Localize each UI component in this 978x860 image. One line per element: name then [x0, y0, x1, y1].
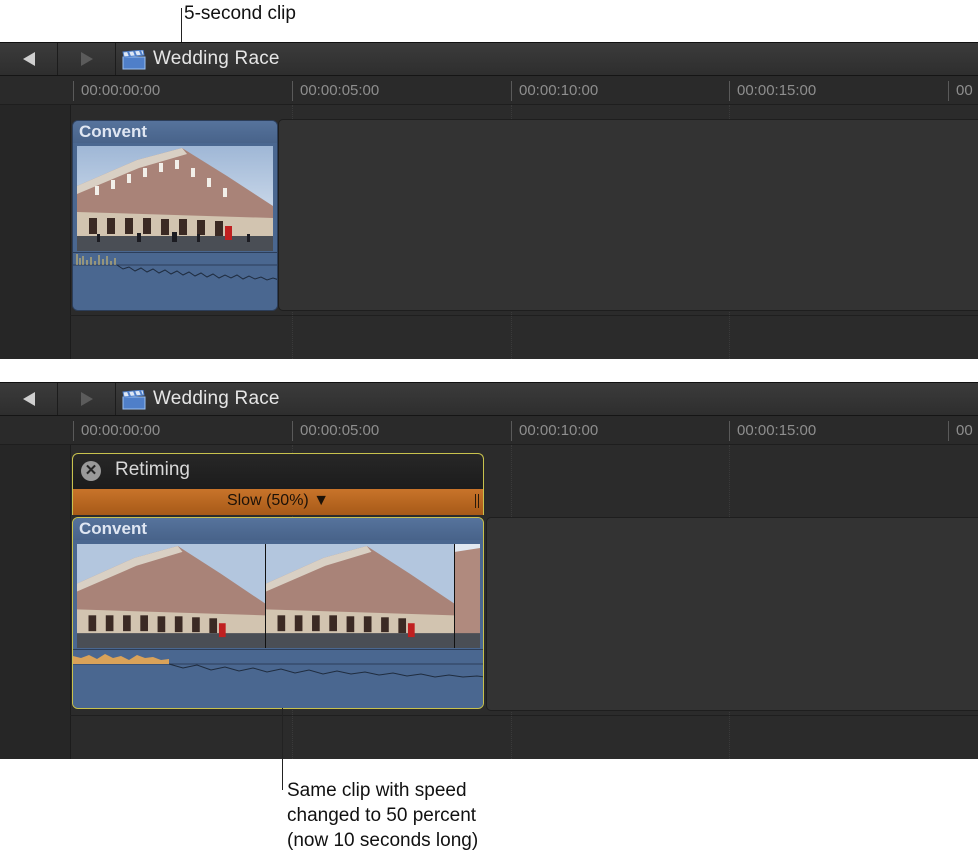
- back-arrow-icon: [23, 52, 35, 66]
- callout-speed-changed-line2: changed to 50 percent: [287, 805, 477, 826]
- timecode-label: 00:00:00:00: [73, 81, 160, 101]
- retime-handle[interactable]: [475, 494, 479, 508]
- timeline-toolbar: Wedding Race: [0, 383, 978, 416]
- timecode-label: 00:00:15:00: [729, 421, 816, 441]
- timeline-toolbar: Wedding Race: [0, 43, 978, 76]
- forward-button[interactable]: [58, 383, 116, 415]
- building-thumbnail: [77, 146, 273, 251]
- clip-name: Convent: [79, 122, 147, 141]
- time-ruler[interactable]: 00:00:00:00 00:00:05:00 00:00:10:00 00:0…: [0, 76, 978, 105]
- timecode-label: 00: [948, 421, 973, 441]
- timecode-label: 00:00:00:00: [73, 421, 160, 441]
- timeline-panel-bottom: Wedding Race 00:00:00:00 00:00:05:00 00:…: [0, 382, 978, 759]
- timecode-label: 00:00:05:00: [292, 81, 379, 101]
- audio-waveform: [73, 252, 277, 310]
- lane-divider: [70, 715, 978, 716]
- lane-divider: [70, 315, 978, 316]
- time-ruler[interactable]: 00:00:00:00 00:00:05:00 00:00:10:00 00:0…: [0, 416, 978, 445]
- back-arrow-icon: [23, 392, 35, 406]
- building-thumbnail: [77, 544, 265, 648]
- speed-popup-menu[interactable]: Slow (50%) ▼: [73, 492, 483, 510]
- clip-name: Convent: [79, 519, 147, 538]
- callout-5-second-clip: 5-second clip: [184, 3, 296, 24]
- back-button[interactable]: [0, 43, 58, 75]
- timecode-label: 00:00:15:00: [729, 81, 816, 101]
- callout-line-bottom: [282, 708, 283, 790]
- close-icon[interactable]: ✕: [81, 461, 101, 481]
- building-thumbnail: [266, 544, 454, 648]
- forward-arrow-icon: [81, 52, 93, 66]
- timecode-label: 00:00:05:00: [292, 421, 379, 441]
- retime-speed-bar[interactable]: Slow (50%) ▼: [72, 489, 484, 515]
- retiming-title: Retiming: [115, 459, 190, 480]
- timecode-label: 00: [948, 81, 973, 101]
- callout-speed-changed-line3: (now 10 seconds long): [287, 830, 479, 851]
- filmstrip: [77, 146, 273, 251]
- gap-clip[interactable]: [278, 119, 978, 311]
- timeline-panel-top: Wedding Race 00:00:00:00 00:00:05:00 00:…: [0, 42, 978, 359]
- filmstrip: [77, 544, 480, 648]
- retiming-header: ✕ Retiming: [72, 453, 484, 489]
- back-button[interactable]: [0, 383, 58, 415]
- gap-clip[interactable]: [486, 517, 978, 711]
- project-title: Wedding Race: [153, 388, 280, 409]
- forward-button[interactable]: [58, 43, 116, 75]
- building-thumbnail: [455, 544, 480, 648]
- track-gutter: [0, 105, 71, 359]
- clapperboard-icon: [122, 50, 146, 70]
- clip-title-bar: Convent: [73, 121, 277, 143]
- track-gutter: [0, 445, 71, 759]
- clip-title-bar: Convent: [73, 518, 483, 540]
- audio-waveform: [73, 649, 483, 708]
- video-clip-convent[interactable]: Convent: [72, 120, 278, 311]
- clapperboard-icon: [122, 390, 146, 410]
- callout-speed-changed-line1: Same clip with speed: [287, 780, 467, 801]
- video-clip-convent[interactable]: Convent: [72, 517, 484, 709]
- timecode-label: 00:00:10:00: [511, 421, 598, 441]
- project-title: Wedding Race: [153, 48, 280, 69]
- forward-arrow-icon: [81, 392, 93, 406]
- timecode-label: 00:00:10:00: [511, 81, 598, 101]
